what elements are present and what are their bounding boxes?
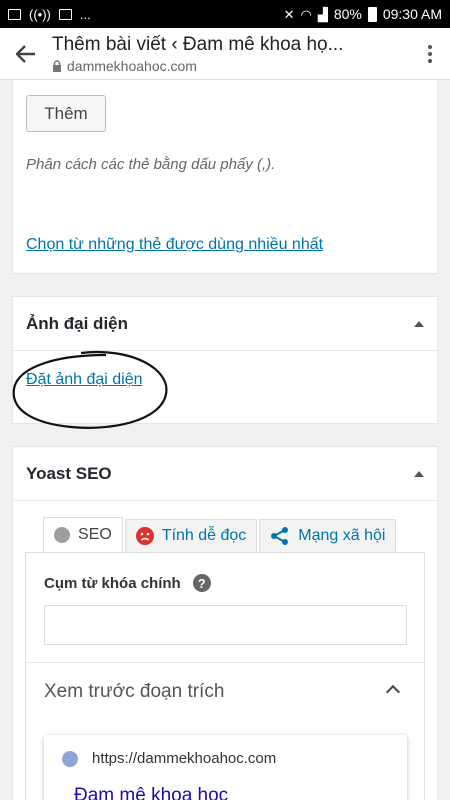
tab-label: SEO xyxy=(78,526,112,543)
sad-face-icon xyxy=(135,527,154,545)
lock-icon xyxy=(53,59,61,72)
yoast-seo-panel: Yoast SEO SEO Tính dễ đọc Mạng xã hội Cụ… xyxy=(12,446,438,800)
mail-icon xyxy=(58,8,72,20)
tab-readability[interactable]: Tính dễ đọc xyxy=(124,519,258,553)
more-notifications: ... xyxy=(79,6,91,22)
featured-image-header[interactable]: Ảnh đại diện xyxy=(13,297,437,351)
battery-percent: 80% xyxy=(333,6,362,22)
mute-icon: ✕ xyxy=(283,6,295,22)
menu-button[interactable] xyxy=(410,28,450,80)
keyphrase-input[interactable] xyxy=(44,605,407,645)
chevron-up-icon[interactable] xyxy=(385,684,401,700)
add-tag-button[interactable]: Thêm xyxy=(26,95,106,132)
seo-tab-content: Cụm từ khóa chính ? Xem trước đoạn trích… xyxy=(25,552,425,800)
clock: 09:30 AM xyxy=(382,6,442,22)
featured-image-panel: Ảnh đại diện Đặt ảnh đại diện xyxy=(12,296,438,429)
status-bar: ((•)) ... ✕ ◠ ▟ 80% 09:30 AM xyxy=(0,0,450,28)
tag-hint: Phân cách các thẻ bằng dấu phẩy (,). xyxy=(26,156,276,173)
divider xyxy=(26,662,424,663)
dot-icon xyxy=(428,58,432,63)
dot-icon xyxy=(428,51,432,56)
gallery-icon xyxy=(8,8,21,20)
tab-label: Mạng xã hội xyxy=(298,527,386,544)
back-arrow-icon xyxy=(16,44,35,63)
tab-seo[interactable]: SEO xyxy=(43,517,123,553)
snippet-preview-card: https://dammekhoahoc.com Đam mê khoa học xyxy=(44,735,407,800)
browser-toolbar: Thêm bài viết ‹ Đam mê khoa họ... dammek… xyxy=(0,28,450,80)
grey-dot-icon xyxy=(54,527,70,543)
globe-icon xyxy=(62,751,78,767)
page-url: dammekhoahoc.com xyxy=(67,57,197,74)
tab-label: Tính dễ đọc xyxy=(161,527,247,544)
page-title: Thêm bài viết ‹ Đam mê khoa họ... xyxy=(52,33,344,55)
collapse-icon[interactable] xyxy=(414,320,424,327)
wifi-icon: ◠ xyxy=(300,6,312,22)
battery-icon xyxy=(367,6,377,22)
yoast-title: Yoast SEO xyxy=(26,463,112,483)
featured-image-title: Ảnh đại diện xyxy=(26,313,128,333)
snippet-url: https://dammekhoahoc.com xyxy=(92,750,277,767)
signal-icon: ▟ xyxy=(317,6,328,22)
yoast-tabs: SEO Tính dễ đọc Mạng xã hội xyxy=(43,517,398,553)
keyphrase-label: Cụm từ khóa chính xyxy=(44,574,181,592)
collapse-icon[interactable] xyxy=(414,470,424,477)
back-button[interactable] xyxy=(0,28,52,80)
yoast-header[interactable]: Yoast SEO xyxy=(13,447,437,501)
choose-popular-tags-link[interactable]: Chọn từ những thẻ được dùng nhiều nhất xyxy=(26,236,323,254)
dot-icon xyxy=(428,44,432,49)
share-icon xyxy=(271,527,289,545)
help-icon[interactable]: ? xyxy=(192,574,211,592)
hand-drawn-circle-annotation xyxy=(12,350,168,429)
tags-panel: Thêm Phân cách các thẻ bằng dấu phẩy (,)… xyxy=(12,80,438,274)
tab-social[interactable]: Mạng xã hội xyxy=(259,519,397,553)
wifi-hotspot-icon: ((•)) xyxy=(29,6,51,22)
snippet-title: Đam mê khoa học xyxy=(74,785,229,800)
snippet-preview-title[interactable]: Xem trước đoạn trích xyxy=(44,681,224,703)
